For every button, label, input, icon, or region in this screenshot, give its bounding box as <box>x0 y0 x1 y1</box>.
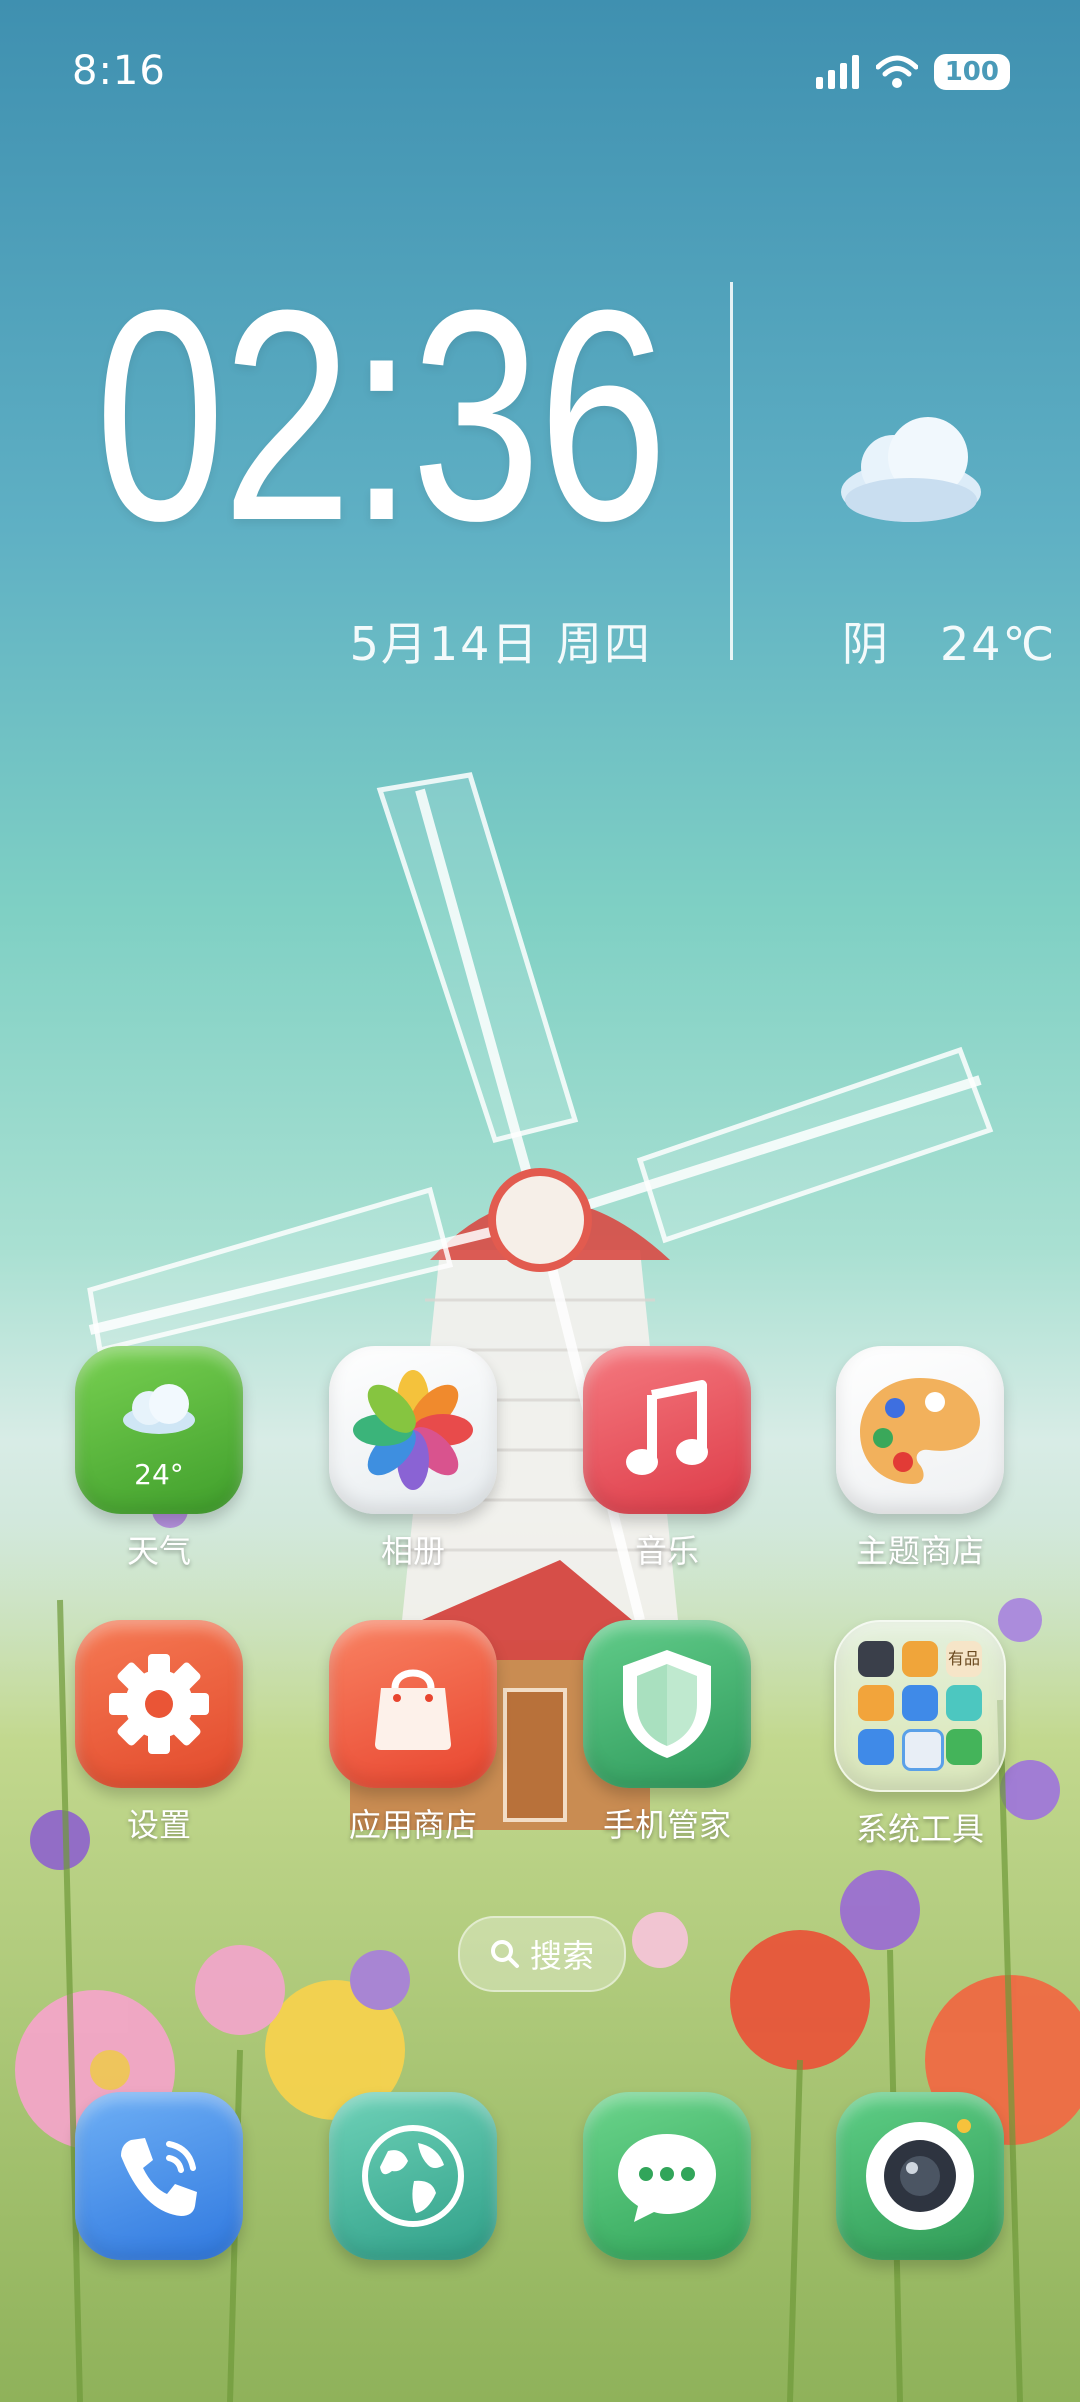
theme-store-label: 主题商店 <box>855 1532 984 1570</box>
shopping-bag-icon <box>375 1669 451 1750</box>
messages-icon[interactable] <box>583 2092 751 2260</box>
cloud-icon <box>841 417 981 522</box>
gear-icon <box>109 1654 209 1754</box>
dock-browser[interactable] <box>313 2092 513 2260</box>
music-label: 音乐 <box>634 1532 699 1570</box>
book-icon <box>902 1641 938 1677</box>
app-system-tools-folder[interactable]: 有品 系统工具 <box>820 1620 1020 1850</box>
app-weather[interactable]: 24° 天气 <box>59 1346 259 1572</box>
camera-icon[interactable] <box>836 2092 1004 2260</box>
phone-handset-icon <box>121 2138 197 2216</box>
theme-store-icon[interactable] <box>836 1346 1004 1514</box>
settings-icon[interactable] <box>75 1620 243 1788</box>
flower-petals <box>353 1370 473 1490</box>
globe-icon <box>362 2125 464 2227</box>
app-settings[interactable]: 设置 <box>59 1620 259 1846</box>
dual-phone-icon <box>902 1685 938 1721</box>
camera-lens-icon <box>866 2119 974 2230</box>
app-phone-manager[interactable]: 手机管家 <box>567 1620 767 1846</box>
wifi-icon <box>875 55 918 88</box>
music-note-icon <box>626 1380 708 1475</box>
app-theme-store[interactable]: 主题商店 <box>820 1346 1020 1572</box>
signal-icon <box>815 55 859 89</box>
system-tools-label: 系统工具 <box>855 1810 984 1848</box>
app-music[interactable]: 音乐 <box>567 1346 767 1572</box>
weather-summary: 阴 24℃ <box>842 608 1056 674</box>
search-label: 搜索 <box>529 1937 594 1975</box>
youpin-icon: 有品 <box>946 1641 982 1677</box>
folder-icon[interactable]: 有品 <box>834 1620 1006 1792</box>
folder-preview-grid: 有品 <box>858 1641 982 1771</box>
users-icon <box>858 1685 894 1721</box>
music-icon[interactable] <box>583 1346 751 1514</box>
status-time: 8:16 <box>72 48 166 94</box>
browser-icon[interactable] <box>329 2092 497 2260</box>
weather-condition: 阴 <box>842 617 890 671</box>
app-gallery[interactable]: 相册 <box>313 1346 513 1572</box>
gallery-icon[interactable] <box>329 1346 497 1514</box>
palette-icon <box>860 1378 980 1484</box>
phone-manager-label: 手机管家 <box>602 1806 731 1844</box>
dock-phone[interactable] <box>59 2092 259 2260</box>
shield-icon <box>623 1650 711 1758</box>
clock-time: 02:36 <box>95 247 668 583</box>
dock-camera[interactable] <box>820 2092 1020 2260</box>
battery-indicator: 100 <box>933 54 1010 90</box>
search-button[interactable]: 搜索 <box>458 1916 626 1992</box>
app-store-label: 应用商店 <box>348 1806 477 1844</box>
dock-messages[interactable] <box>567 2092 767 2260</box>
browser-swirl-icon <box>902 1729 944 1771</box>
gallery-label: 相册 <box>380 1532 445 1570</box>
recorder-icon <box>946 1729 982 1765</box>
search-icon <box>490 1940 519 1968</box>
wallet-icon <box>858 1729 894 1765</box>
phone-icon[interactable] <box>75 2092 243 2260</box>
phone-manager-icon[interactable] <box>583 1620 751 1788</box>
chat-bubble-icon <box>618 2134 716 2222</box>
weather-temperature: 24℃ <box>940 617 1057 671</box>
widget-divider <box>730 282 733 660</box>
status-icons: 100 <box>815 54 1010 90</box>
weather-app-label: 天气 <box>126 1532 191 1570</box>
clock-date: 5月14日 周四 <box>349 617 652 671</box>
cloud-icon <box>123 1384 195 1434</box>
settings-label: 设置 <box>126 1806 191 1844</box>
weather-app-icon[interactable]: 24° <box>75 1346 243 1514</box>
app-store-icon[interactable] <box>329 1620 497 1788</box>
app-app-store[interactable]: 应用商店 <box>313 1620 513 1846</box>
weather-app-temp: 24° <box>134 1458 184 1491</box>
scanner-icon <box>946 1685 982 1721</box>
remote-icon <box>858 1641 894 1677</box>
